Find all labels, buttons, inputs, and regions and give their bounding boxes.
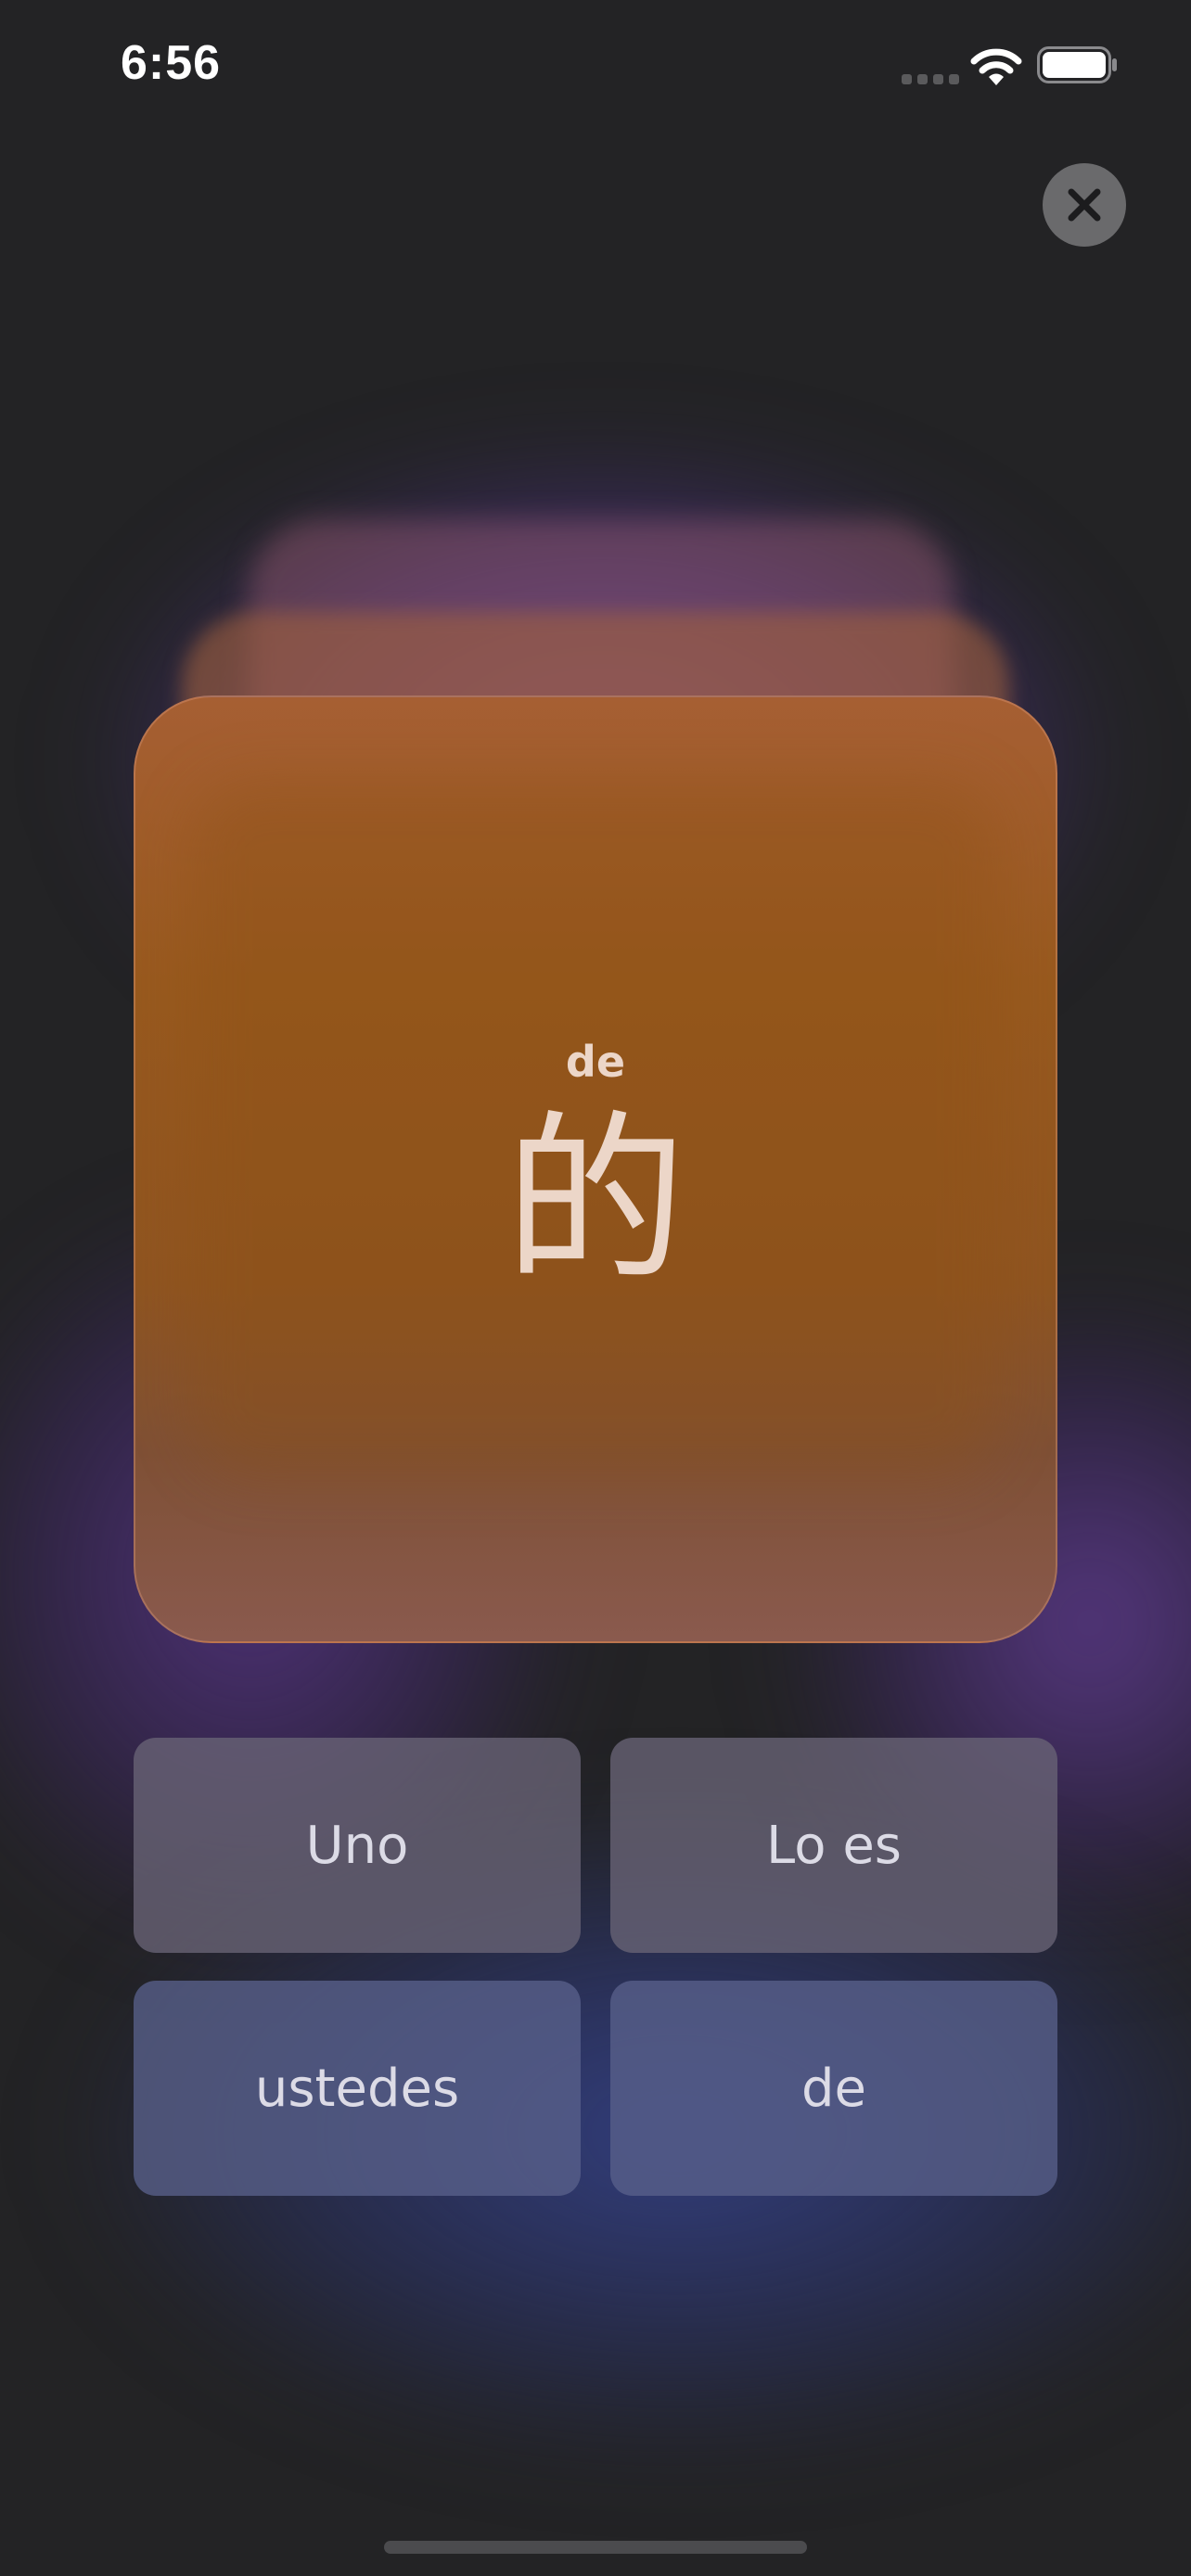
answer-option-ustedes[interactable]: ustedes — [134, 1981, 581, 2196]
wifi-icon — [970, 48, 1022, 85]
quiz-screen: 6:56 de 的 Uno Lo es ustedes de — [0, 0, 1191, 2576]
answer-option-lo-es[interactable]: Lo es — [610, 1738, 1057, 1953]
answer-option-uno[interactable]: Uno — [134, 1738, 581, 1953]
close-button[interactable] — [1043, 163, 1126, 247]
battery-full-icon — [1037, 46, 1117, 83]
answer-label: Uno — [305, 1815, 409, 1876]
answer-label: de — [801, 2058, 866, 2119]
cellular-signal-icon — [902, 74, 959, 85]
answer-option-de[interactable]: de — [610, 1981, 1057, 2196]
answer-label: ustedes — [254, 2058, 460, 2119]
status-time: 6:56 — [121, 36, 222, 90]
answer-label: Lo es — [766, 1815, 902, 1876]
close-icon — [1068, 188, 1101, 222]
flashcard-pinyin: de — [565, 1037, 626, 1087]
flashcard-character: 的 — [504, 1095, 686, 1307]
home-indicator[interactable] — [384, 2541, 807, 2554]
